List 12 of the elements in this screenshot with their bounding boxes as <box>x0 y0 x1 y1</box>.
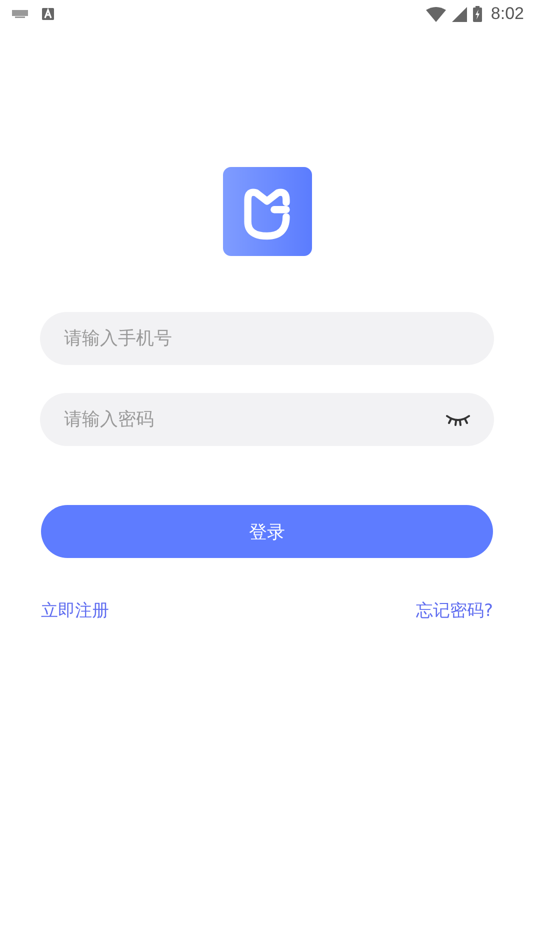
login-button[interactable]: 登录 <box>41 505 493 558</box>
eye-closed-icon[interactable] <box>446 414 470 426</box>
clock-time: 8:02 <box>490 4 524 24</box>
text-icon <box>42 8 54 20</box>
password-field[interactable]: 请输入密码 <box>40 393 494 446</box>
register-link[interactable]: 立即注册 <box>41 599 109 622</box>
wifi-icon <box>426 6 446 22</box>
battery-icon <box>472 6 482 22</box>
keyboard-icon <box>12 10 28 18</box>
phone-field[interactable]: 请输入手机号 <box>40 312 494 365</box>
forgot-password-link[interactable]: 忘记密码? <box>416 599 493 622</box>
signal-icon <box>452 6 467 22</box>
